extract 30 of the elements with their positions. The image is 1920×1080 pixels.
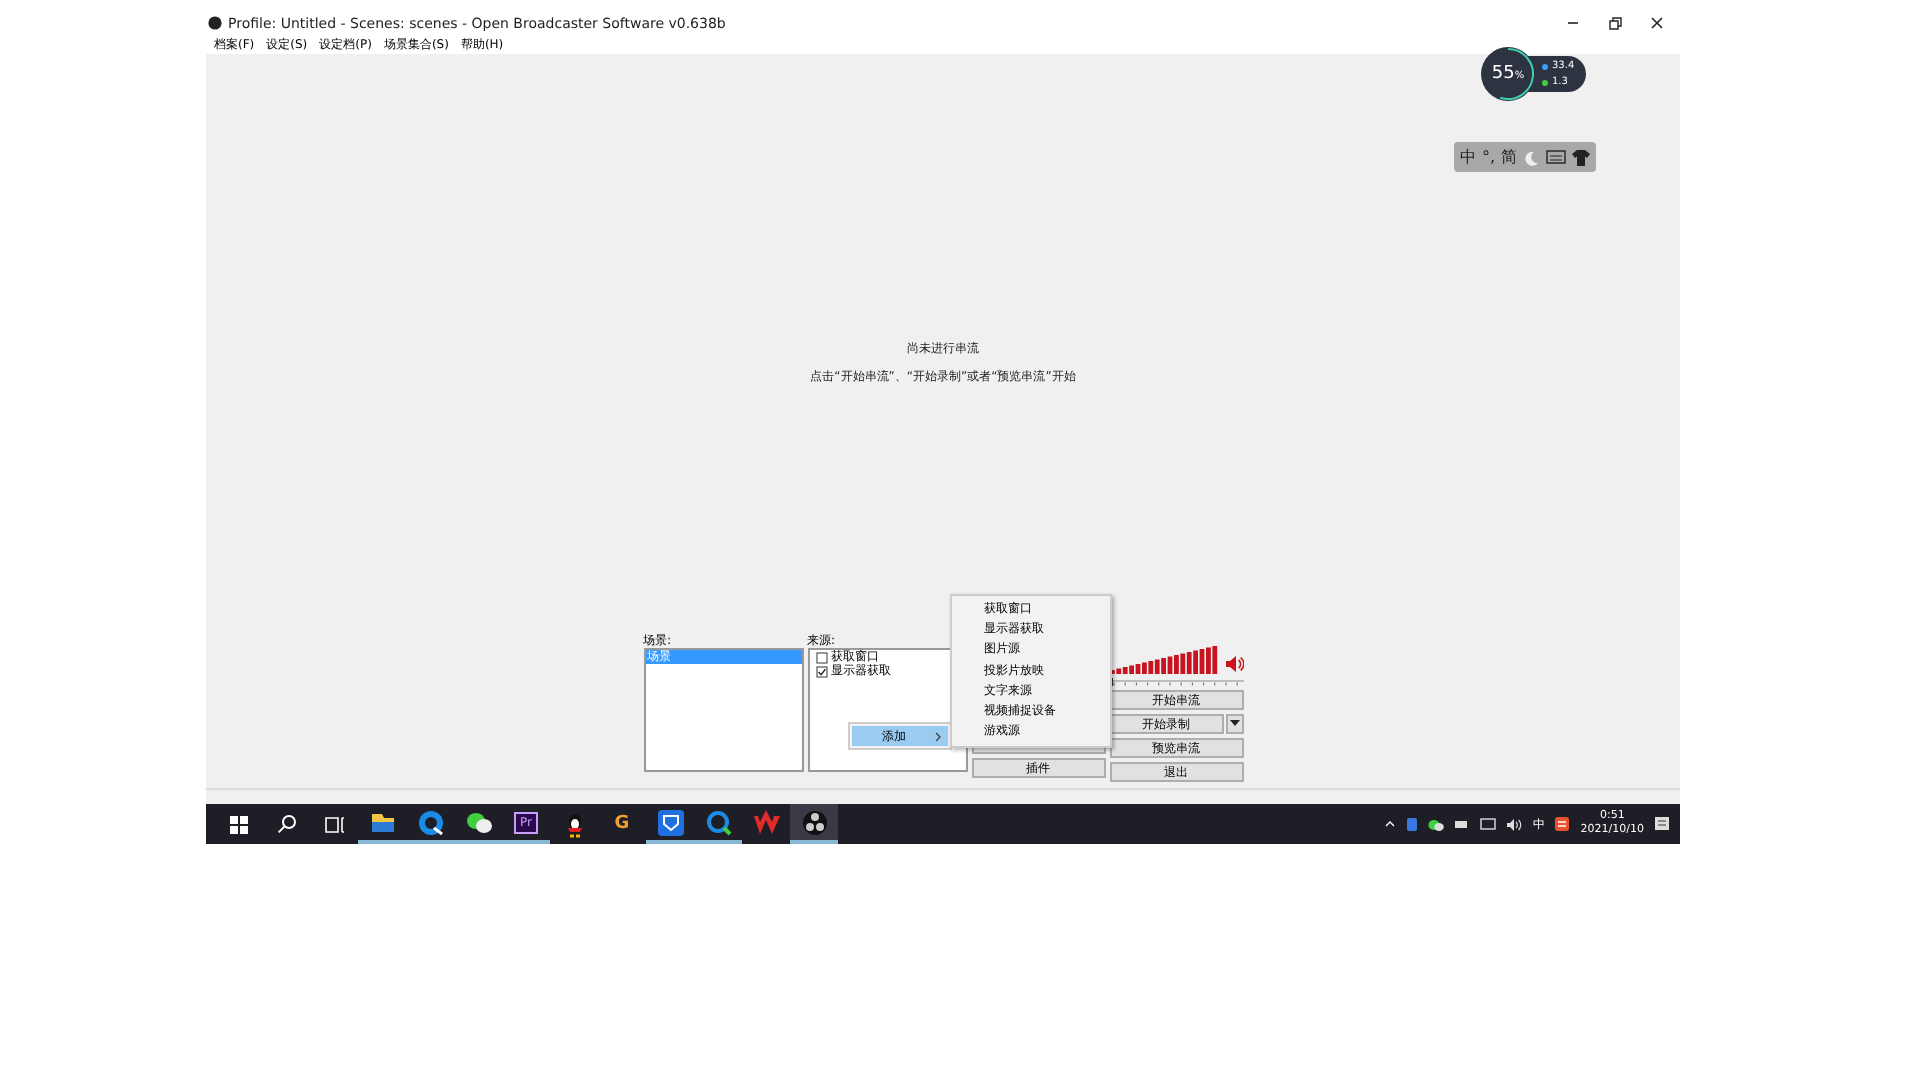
- shirt-icon: [1571, 149, 1590, 165]
- upload-dot-icon: [1542, 63, 1548, 69]
- caret-icon: [1229, 720, 1239, 728]
- app-logo-icon: [208, 16, 222, 30]
- minimize-icon: [1566, 16, 1580, 30]
- close-icon: [1650, 16, 1664, 30]
- obs-logo-icon[interactable]: [790, 804, 838, 844]
- bluetooth-icon: [1406, 816, 1419, 832]
- ime-button[interactable]: °,: [1482, 148, 1496, 166]
- g-app-icon[interactable]: G: [598, 804, 646, 844]
- checkbox[interactable]: [815, 651, 827, 663]
- volume-meter: [1109, 646, 1219, 674]
- network-icon: [1480, 817, 1497, 831]
- app-tray-icon: [1554, 816, 1571, 832]
- notification-icon: [1654, 815, 1672, 833]
- chat-tray-icon: [1428, 817, 1445, 831]
- shield-icon[interactable]: [646, 804, 694, 844]
- battery-icon: [1454, 818, 1471, 830]
- ime-button[interactable]: 简: [1501, 146, 1518, 168]
- keyboard-icon: [1545, 150, 1566, 164]
- chevron-up-icon: [1384, 818, 1397, 830]
- dropdown-button[interactable]: [1225, 714, 1243, 734]
- ime-button[interactable]: 中: [1460, 146, 1476, 168]
- speaker-icon: [1223, 654, 1243, 674]
- moon-icon: [1523, 149, 1540, 165]
- checkbox[interactable]: [815, 665, 827, 677]
- download-dot-icon: [1542, 79, 1548, 85]
- restore-icon: [1608, 16, 1622, 30]
- volume-slider[interactable]: [1109, 678, 1243, 686]
- volume-icon: [1506, 817, 1523, 831]
